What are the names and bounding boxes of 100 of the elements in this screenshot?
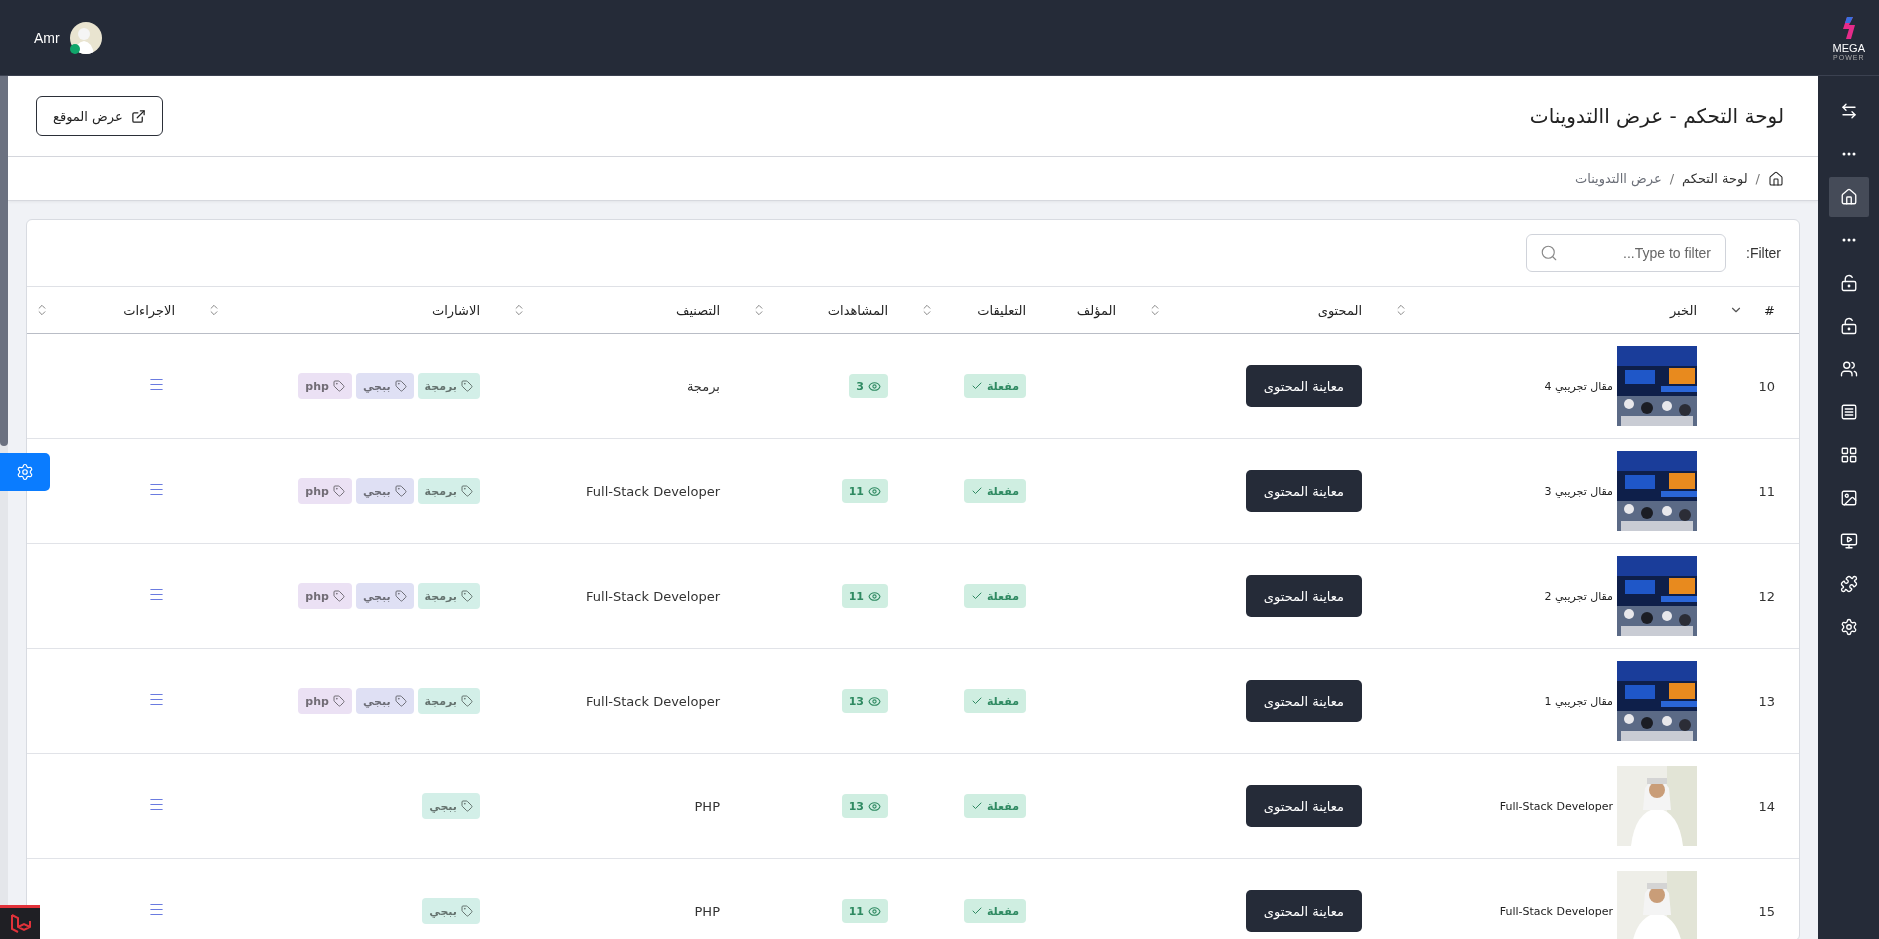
post-title: Full-Stack Developer: [1499, 904, 1613, 918]
eye-icon: [868, 694, 881, 708]
tag-icon: [394, 485, 407, 497]
status-badge: مفعلة: [963, 794, 1026, 818]
category-text: Full-Stack Developer: [586, 693, 720, 709]
check-icon: [970, 380, 983, 392]
filter-label: Filter:: [1746, 245, 1781, 261]
column-header[interactable]: #: [1721, 287, 1799, 334]
check-icon: [970, 695, 983, 707]
column-header[interactable]: الاجراءات: [27, 287, 199, 334]
users-icon: [1839, 360, 1858, 378]
actions-menu-button[interactable]: [148, 901, 165, 918]
tag-icon: [332, 695, 345, 707]
actions-menu-button[interactable]: [148, 691, 165, 708]
tag: php: [298, 688, 352, 714]
preview-button[interactable]: معاينة المحتوى: [1245, 680, 1362, 722]
swap-icon: [1839, 102, 1858, 120]
tag-icon: [332, 485, 345, 497]
list-icon: [1839, 403, 1858, 421]
menu-icon: [148, 586, 165, 603]
filter-field[interactable]: Type to filter...: [1526, 234, 1726, 272]
preview-button[interactable]: معاينة المحتوى: [1245, 470, 1362, 512]
tag: برمجة: [417, 583, 480, 609]
tag-icon: [461, 695, 473, 707]
tag: ببجي: [355, 478, 414, 504]
check-icon: [970, 590, 983, 602]
eye-icon: [868, 904, 881, 918]
eye-icon: [868, 379, 881, 393]
row-number: 12: [1758, 588, 1775, 604]
row-number: 14: [1758, 798, 1775, 814]
views-badge: 3: [849, 374, 888, 398]
tag: ببجي: [355, 373, 414, 399]
breadcrumb-link[interactable]: لوحة التحكم: [1682, 171, 1748, 186]
eye-icon: [868, 589, 881, 603]
actions-menu-button[interactable]: [148, 481, 165, 498]
puzzle-icon: [1839, 575, 1858, 593]
row-number: 15: [1758, 903, 1775, 919]
preview-button[interactable]: معاينة المحتوى: [1245, 365, 1362, 407]
page-title: لوحة التحكم - عرض االتدوينات: [1529, 104, 1784, 128]
settings-icon: [1839, 618, 1858, 636]
user-name: Amr: [34, 29, 60, 46]
menu-icon: [148, 691, 165, 708]
preview-button[interactable]: معاينة المحتوى: [1245, 785, 1362, 827]
lock-icon: [1839, 317, 1858, 335]
tag-icon: [461, 590, 473, 602]
logo-text: MEGA: [1832, 43, 1865, 54]
actions-menu-button[interactable]: [148, 376, 165, 393]
menu-icon: [148, 901, 165, 918]
views-badge: 13: [841, 689, 888, 713]
column-header[interactable]: الاشارات: [199, 287, 504, 334]
tag-icon: [461, 905, 473, 917]
check-icon: [970, 905, 983, 917]
tag: ببجي: [355, 688, 414, 714]
settings-button[interactable]: [0, 453, 50, 491]
tag: ببجي: [355, 583, 414, 609]
user-avatar[interactable]: [69, 21, 102, 54]
post-title: مقال تجريبي 1: [1544, 694, 1613, 708]
dots-icon: [1841, 238, 1856, 242]
column-header[interactable]: المشاهدات: [744, 287, 912, 334]
home-icon[interactable]: [1768, 170, 1784, 187]
column-header[interactable]: المحتوى: [1140, 287, 1386, 334]
breadcrumb-separator: /: [1669, 171, 1675, 186]
row-number: 13: [1758, 693, 1775, 709]
tag-icon: [461, 485, 473, 497]
actions-menu-button[interactable]: [148, 796, 165, 813]
views-badge: 11: [841, 899, 888, 923]
check-icon: [970, 800, 983, 812]
column-header[interactable]: التصنيف: [504, 287, 744, 334]
dots-icon: [1841, 152, 1856, 156]
menu-icon: [148, 796, 165, 813]
menu-icon: [148, 376, 165, 393]
breadcrumb-link[interactable]: عرض االتدوينات: [1574, 171, 1662, 186]
tag: برمجة: [417, 478, 480, 504]
grid-icon: [1839, 446, 1858, 464]
laravel-icon[interactable]: [0, 905, 40, 939]
check-icon: [970, 485, 983, 497]
external-link-icon: [130, 108, 146, 124]
image-icon: [1839, 489, 1858, 507]
tag: php: [298, 478, 352, 504]
actions-menu-button[interactable]: [148, 586, 165, 603]
tag: برمجة: [417, 373, 480, 399]
tag-icon: [394, 590, 407, 602]
column-header[interactable]: المؤلف: [1050, 287, 1140, 334]
tag-icon: [394, 380, 407, 392]
lock-icon: [1839, 274, 1858, 292]
tag: ببجي: [422, 898, 480, 924]
home-icon: [1839, 188, 1858, 206]
preview-button[interactable]: معاينة المحتوى: [1245, 890, 1362, 932]
sidebar-item[interactable]: [1828, 177, 1869, 217]
category-text: برمجة: [686, 378, 720, 394]
preview-button[interactable]: معاينة المحتوى: [1245, 575, 1362, 617]
category-text: PHP: [694, 903, 720, 919]
views-badge: 13: [841, 794, 888, 818]
scrollbar-thumb[interactable]: [0, 76, 8, 446]
column-header[interactable]: التعليقات: [912, 287, 1050, 334]
view-site-button[interactable]: عرض الموقع: [36, 96, 163, 136]
column-header[interactable]: الخبر: [1386, 287, 1721, 334]
post-title: Full-Stack Developer: [1499, 799, 1613, 813]
category-text: Full-Stack Developer: [586, 588, 720, 604]
menu-icon: [148, 481, 165, 498]
